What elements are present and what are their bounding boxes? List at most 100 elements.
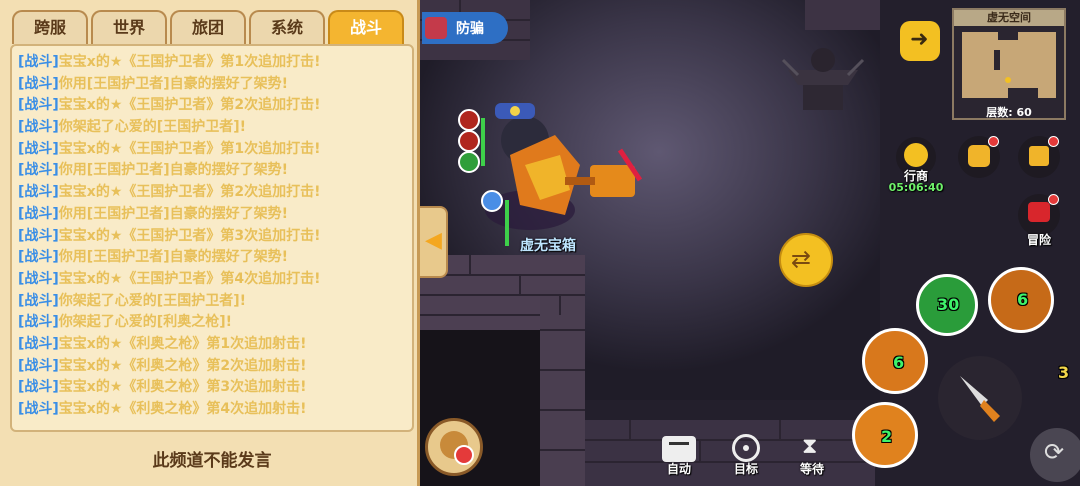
chat-channel-tag: [战斗] <box>18 227 59 244</box>
skill-button-2[interactable]: 6 <box>988 267 1054 333</box>
chat-message-text: 宝宝x的★《王国护卫者》第3次追加打击! <box>58 227 321 244</box>
buff-icon <box>458 151 480 173</box>
chat-message: [战斗]宝宝x的★《王国护卫者》第2次追加打击! <box>18 95 406 117</box>
chat-message: [战斗]你用[王国护卫者]自豪的摆好了架势! <box>18 204 406 226</box>
chat-message: [战斗]宝宝x的★《王国护卫者》第1次追加打击! <box>18 52 406 74</box>
merchant-icon <box>904 143 928 167</box>
book-icon <box>425 17 447 39</box>
target-label: 目标 <box>733 462 758 476</box>
refresh-icon: ⟳ <box>1044 438 1065 466</box>
chat-channel-tag: [战斗] <box>18 162 59 179</box>
chat-panel: 跨服 世界 旅团 系统 战斗 [战斗]宝宝x的★《王国护卫者》第1次追加打击! [战斗]你… <box>0 0 420 486</box>
skill-cooldown: 2 <box>881 427 893 446</box>
target-button[interactable] <box>732 434 760 462</box>
skill-cooldown: 6 <box>1017 290 1029 309</box>
chat-footer-notice: 此频道不能发言 <box>152 451 272 471</box>
anti-fraud-label: 防骗 <box>456 21 484 37</box>
buff-icon <box>458 130 480 152</box>
exit-button[interactable]: ➜ <box>900 21 940 61</box>
anti-fraud-button[interactable]: 防骗 <box>422 12 508 44</box>
collapse-chat-button[interactable]: ◀ <box>420 206 448 278</box>
wait-label: 等待 <box>799 462 824 476</box>
notification-dot <box>988 136 999 147</box>
skill-button-1[interactable]: 30 <box>916 274 978 336</box>
chat-message: [战斗]你架起了心爱的[利奥之枪]! <box>18 312 406 334</box>
chest-label: 虚无宝箱 <box>520 238 576 254</box>
chat-message-text: 你用[王国护卫者]自豪的摆好了架势! <box>58 75 288 92</box>
swap-icon: ⇄ <box>791 245 812 273</box>
chat-message: [战斗]你架起了心爱的[王国护卫者]! <box>18 117 406 139</box>
chat-message-text: 宝宝x的★《利奥之枪》第3次追加射击! <box>58 379 307 396</box>
wait-button[interactable]: ⧗ <box>800 434 822 462</box>
adventure-button[interactable] <box>1018 194 1060 236</box>
chat-message: [战斗]你用[王国护卫者]自豪的摆好了架势! <box>18 74 406 96</box>
sword-icon <box>960 376 1000 422</box>
player-character[interactable] <box>470 95 650 255</box>
hourglass-icon: ⧗ <box>802 434 818 459</box>
shield-icon <box>481 190 503 212</box>
chat-message-text: 你架起了心爱的[王国护卫者]! <box>58 292 246 309</box>
chat-message: [战斗]宝宝x的★《王国护卫者》第4次追加打击! <box>18 269 406 291</box>
adventure-label: 冒险 <box>1026 233 1051 247</box>
chat-log[interactable]: [战斗]宝宝x的★《王国护卫者》第1次追加打击! [战斗]你用[王国护卫者]自豪的… <box>10 44 414 432</box>
minimap-title: 虚无空间 <box>954 10 1064 26</box>
chat-message: [战斗]宝宝x的★《利奥之枪》第4次追加射击! <box>18 399 406 421</box>
chat-message-text: 宝宝x的★《王国护卫者》第4次追加打击! <box>58 270 321 287</box>
attack-button[interactable] <box>938 356 1022 440</box>
chat-message-text: 宝宝x的★《王国护卫者》第1次追加打击! <box>58 140 321 157</box>
chat-channel-tag: [战斗] <box>18 119 59 136</box>
chat-message-text: 宝宝x的★《利奥之枪》第1次追加射击! <box>58 335 307 352</box>
auto-label: 自动 <box>666 462 691 476</box>
chat-message: [战斗]你架起了心爱的[王国护卫者]! <box>18 291 406 313</box>
skill-button-3[interactable]: 6 <box>862 328 928 394</box>
auto-button[interactable] <box>662 436 696 462</box>
chat-message: [战斗]宝宝x的★《王国护卫者》第1次追加打击! <box>18 139 406 161</box>
floor-count: 层数: 60 <box>986 106 1032 119</box>
minimap-rooms <box>962 32 1056 98</box>
chat-message: [战斗]宝宝x的★《利奥之枪》第1次追加射击! <box>18 334 406 356</box>
chat-message: [战斗]宝宝x的★《王国护卫者》第3次追加打击! <box>18 226 406 248</box>
chat-message-text: 你架起了心爱的[利奥之枪]! <box>58 314 232 331</box>
exit-icon: ➜ <box>910 27 929 52</box>
tab-1[interactable]: 世界 <box>91 10 167 44</box>
swap-button[interactable]: ⇄ <box>779 233 833 287</box>
notification-dot <box>1048 136 1059 147</box>
backpack-button[interactable] <box>958 136 1000 178</box>
tab-3[interactable]: 系统 <box>249 10 325 44</box>
tab-2[interactable]: 旅团 <box>170 10 246 44</box>
menu-button[interactable] <box>1018 136 1060 178</box>
chat-channel-tag: [战斗] <box>18 314 59 331</box>
chat-message-text: 宝宝x的★《王国护卫者》第2次追加打击! <box>58 97 321 114</box>
skill-cooldown: 6 <box>893 353 905 372</box>
buff-icon <box>458 109 480 131</box>
chat-block-button[interactable] <box>425 418 483 476</box>
chat-message-text: 宝宝x的★《王国护卫者》第1次追加打击! <box>58 54 321 70</box>
chat-message: [战斗]宝宝x的★《利奥之枪》第3次追加射击! <box>18 377 406 399</box>
tab-4[interactable]: 战斗 <box>328 10 404 44</box>
skill-button-4[interactable]: 2 <box>852 402 918 468</box>
chat-channel-tag: [战斗] <box>18 249 59 266</box>
chat-channel-tag: [战斗] <box>18 184 59 201</box>
chat-message-text: 宝宝x的★《利奥之枪》第2次追加射击! <box>58 357 307 374</box>
chat-channel-tag: [战斗] <box>18 401 59 417</box>
tab-0[interactable]: 跨服 <box>12 10 88 44</box>
skill-cooldown: 30 <box>937 295 960 314</box>
side-count: 3 <box>1058 363 1070 382</box>
block-icon <box>454 445 474 465</box>
chat-channel-tag: [战斗] <box>18 292 59 309</box>
chat-channel-tag: [战斗] <box>18 357 59 374</box>
chat-message: [战斗]你用[王国护卫者]自豪的摆好了架势! <box>18 160 406 182</box>
chat-message: [战斗]宝宝x的★《利奥之枪》第2次追加射击! <box>18 356 406 378</box>
chat-message-text: 宝宝x的★《王国护卫者》第2次追加打击! <box>58 184 321 201</box>
chat-channel-tag: [战斗] <box>18 205 59 222</box>
chat-message: [战斗]你用[王国护卫者]自豪的摆好了架势! <box>18 247 406 269</box>
chat-channel-tag: [战斗] <box>18 335 59 352</box>
refresh-button[interactable]: ⟳ <box>1030 428 1080 482</box>
enemy-monster[interactable] <box>778 40 868 120</box>
pet-hp-bar <box>505 200 509 246</box>
minimap[interactable]: 虚无空间 层数: 60 <box>952 8 1066 120</box>
backpack-icon <box>968 145 990 167</box>
crosshair-icon <box>743 445 749 451</box>
chat-message-text: 你用[王国护卫者]自豪的摆好了架势! <box>58 205 288 222</box>
chat-channel-tag: [战斗] <box>18 54 59 70</box>
